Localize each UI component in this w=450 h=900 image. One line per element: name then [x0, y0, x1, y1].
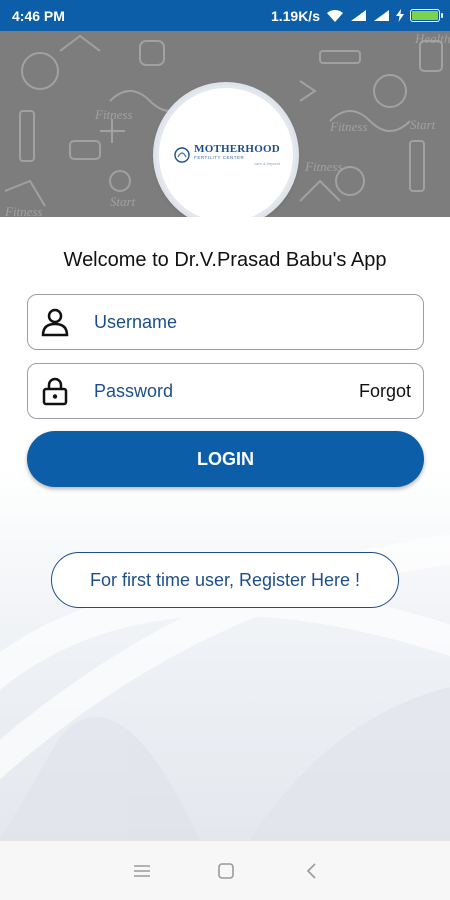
charging-icon [396, 9, 404, 22]
user-icon [40, 307, 70, 337]
login-button[interactable]: LOGIN [27, 431, 424, 487]
header-banner: Fitness Fitness Start Fitness Start Heal… [0, 31, 450, 217]
lock-icon [40, 376, 70, 406]
svg-text:Fitness: Fitness [304, 159, 343, 174]
forgot-password-link[interactable]: Forgot [359, 381, 411, 402]
password-field[interactable]: Forgot [27, 363, 424, 419]
welcome-heading: Welcome to Dr.V.Prasad Babu's App [63, 249, 387, 271]
logo-mark-icon [174, 147, 190, 163]
status-bar: 4:46 PM 1.19K/s [0, 0, 450, 31]
wifi-icon [326, 9, 344, 23]
home-icon[interactable] [214, 859, 238, 883]
menu-icon[interactable] [130, 859, 154, 883]
signal-icon-2 [373, 9, 390, 22]
svg-text:Fitness: Fitness [329, 119, 368, 134]
navigation-bar [0, 840, 450, 900]
svg-text:Fitness: Fitness [94, 107, 133, 122]
svg-text:Start: Start [110, 194, 136, 209]
clinic-logo: MOTHERHOOD FERTILITY CENTER care & beyon… [156, 85, 296, 217]
status-icons: 1.19K/s [270, 7, 443, 24]
logo-title: MOTHERHOOD [194, 143, 280, 156]
username-input[interactable] [94, 295, 423, 349]
svg-text:Fitness: Fitness [4, 204, 43, 217]
password-input[interactable] [94, 364, 359, 418]
logo-subtitle: FERTILITY CENTER [194, 155, 245, 161]
network-speed: 1.19K/s [270, 7, 320, 24]
battery-icon [410, 9, 443, 22]
username-field[interactable] [27, 294, 424, 350]
logo-tagline: care & beyond [254, 160, 280, 166]
signal-icon [350, 9, 367, 22]
back-icon[interactable] [300, 859, 324, 883]
register-button[interactable]: For first time user, Register Here ! [51, 552, 399, 608]
svg-text:Health: Health [414, 31, 450, 46]
login-panel: Welcome to Dr.V.Prasad Babu's App Forgot… [0, 217, 450, 840]
svg-text:Start: Start [410, 117, 436, 132]
status-time: 4:46 PM [12, 7, 65, 24]
